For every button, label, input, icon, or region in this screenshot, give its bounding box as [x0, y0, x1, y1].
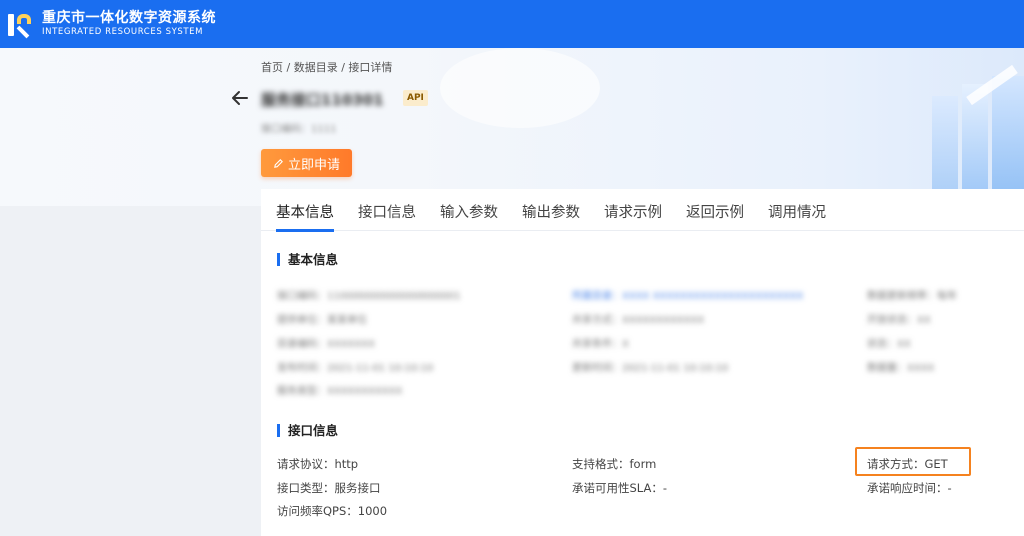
brand-name-en: INTEGRATED RESOURCES SYSTEM [42, 27, 204, 38]
brand-logo-icon [6, 10, 34, 39]
basic-field: 开放状态：XX [867, 315, 931, 326]
breadcrumb[interactable]: 首页 / 数据目录 / 接口详情 [261, 59, 392, 75]
basic-field: 共享条件：X [572, 339, 629, 350]
edit-icon [274, 158, 283, 168]
api-title: 服务接口110301 [261, 91, 384, 109]
basic-field: 共享方式：XXXXXXXXXXXX [572, 315, 705, 326]
basic-field: 数据更新频率：每年 [867, 291, 957, 302]
apply-button[interactable]: 立即申请 [261, 149, 352, 177]
tab-output-params[interactable]: 输出参数 [522, 189, 580, 231]
basic-field: 接口编码：110000000000000000001 [277, 291, 461, 302]
field-response-time: 承诺响应时间：- [867, 481, 952, 495]
back-arrow-icon[interactable] [229, 88, 251, 108]
brand-text: 重庆市一体化数字资源系统 INTEGRATED RESOURCES SYSTEM [42, 9, 216, 38]
tab-call-stats[interactable]: 调用情况 [768, 189, 826, 231]
tab-response-example[interactable]: 返回示例 [686, 189, 744, 231]
tab-interface-info[interactable]: 接口信息 [358, 189, 416, 231]
api-subtitle: 接口编码：1111 [261, 124, 337, 135]
field-sla: 承诺可用性SLA：- [572, 481, 667, 495]
top-navbar: 重庆市一体化数字资源系统 INTEGRATED RESOURCES SYSTEM [0, 0, 1024, 48]
tab-bar: 基本信息 接口信息 输入参数 输出参数 请求示例 返回示例 调用情况 [261, 189, 1024, 232]
brand-name-cn: 重庆市一体化数字资源系统 [42, 9, 216, 26]
api-type-badge: API [403, 90, 428, 106]
method-highlight-box [855, 447, 971, 476]
decorative-graphic [924, 64, 1024, 190]
basic-field: 提供单位：某某单位 [277, 315, 367, 326]
basic-field: 所属目录：XXXX XXXXXXXXXXXXXXXXXXXXXX [572, 291, 804, 302]
tab-input-params[interactable]: 输入参数 [440, 189, 498, 231]
tab-request-example[interactable]: 请求示例 [604, 189, 662, 231]
tab-basic-info[interactable]: 基本信息 [276, 189, 334, 232]
field-format: 支持格式：form [572, 457, 657, 471]
basic-field: 状态：XX [867, 339, 911, 350]
field-qps: 访问频率QPS：1000 [277, 504, 388, 518]
basic-field: 服务类型：XXXXXXXXXXX [277, 386, 403, 397]
field-type: 接口类型：服务接口 [277, 481, 381, 495]
apply-button-label: 立即申请 [287, 157, 340, 173]
section-title-interface: 接口信息 [277, 424, 338, 437]
left-blank-panel [0, 206, 260, 536]
hero-background [0, 48, 1024, 206]
detail-card: 基本信息 接口信息 输入参数 输出参数 请求示例 返回示例 调用情况 基本信息 … [261, 189, 1024, 536]
basic-field: 更新时间：2021-11-01 10:10:10 [572, 363, 729, 374]
basic-field: 数据量：XXXX [867, 363, 935, 374]
field-protocol: 请求协议：http [277, 457, 359, 471]
basic-field: 目录编码：XXXXXXX [277, 339, 375, 350]
section-title-basic: 基本信息 [277, 253, 338, 266]
basic-field: 发布时间：2021-11-01 10:10:10 [277, 363, 434, 374]
